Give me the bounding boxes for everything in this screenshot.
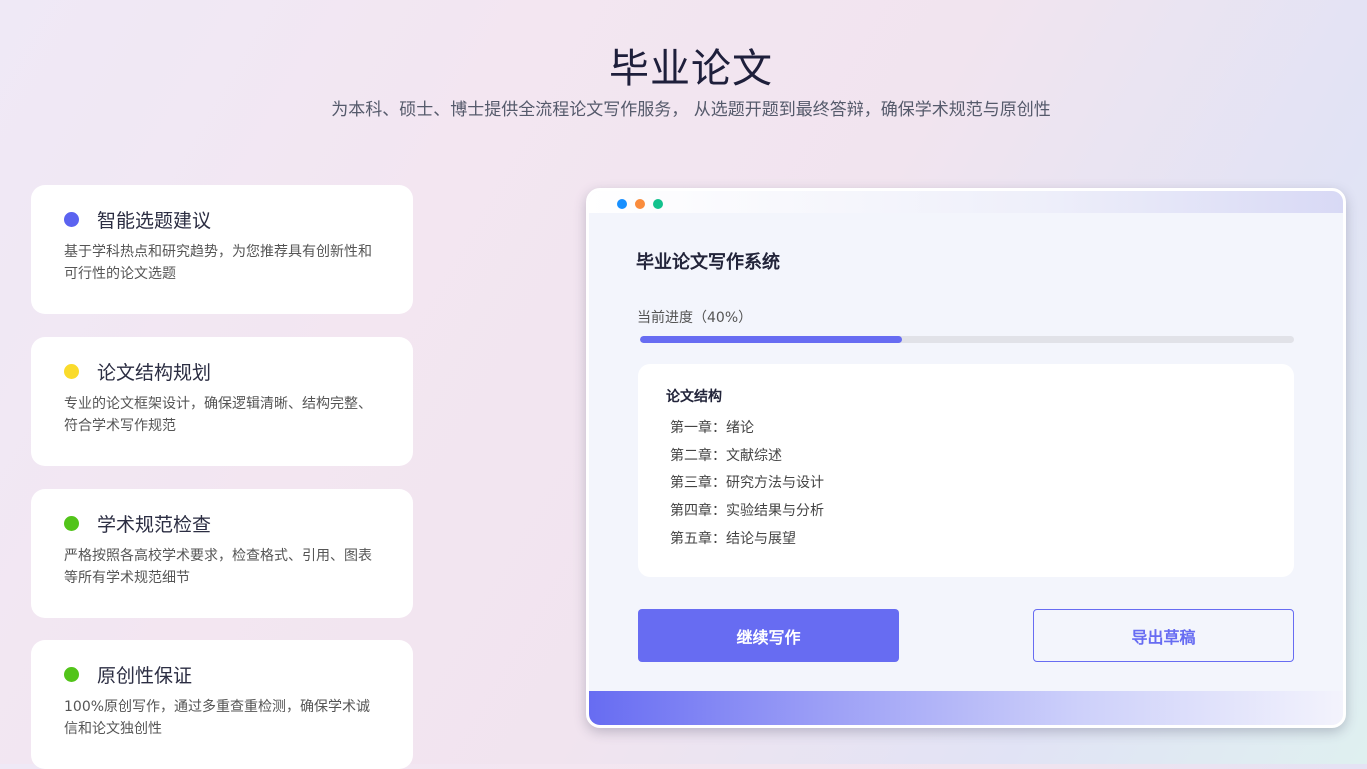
- feature-bullet-icon: [64, 666, 79, 682]
- progress-bar: [640, 336, 1294, 343]
- feature-desc: 100%原创写作，通过多重查重检测，确保学术诚信和论文独创性: [64, 699, 371, 737]
- feature-title: 原创性保证: [97, 664, 193, 687]
- chapter-item: 第二章：文献综述: [670, 447, 782, 464]
- feature-title: 学术规范检查: [97, 513, 212, 536]
- progress-label: 当前进度（40%）: [637, 310, 753, 326]
- window-dot-orange: [635, 199, 645, 209]
- page-subtitle: 为本科、硕士、博士提供全流程论文写作服务， 从选题开题到最终答辩，确保学术规范与…: [331, 100, 1051, 120]
- export-draft-button[interactable]: 导出草稿: [1033, 609, 1294, 662]
- feature-title: 论文结构规划: [97, 361, 212, 384]
- chapter-item: 第一章：绪论: [670, 420, 754, 436]
- progress-fill: [640, 336, 902, 343]
- writing-system-window: 毕业论文写作系统 当前进度（40%） 论文结构 第一章：绪论 第二章：文献综述 …: [586, 188, 1346, 728]
- feature-card-standards: 学术规范检查 严格按照各高校学术要求，检查格式、引用、图表等所有学术规范细节: [31, 489, 413, 618]
- chapter-list: 第一章：绪论 第二章：文献综述 第三章：研究方法与设计 第四章：实验结果与分析 …: [670, 417, 824, 555]
- feature-bullet-icon: [64, 515, 79, 531]
- window-footer-gradient: [589, 691, 1343, 725]
- outline-panel: 论文结构 第一章：绪论 第二章：文献综述 第三章：研究方法与设计 第四章：实验结…: [638, 364, 1294, 577]
- window-dot-blue: [617, 199, 627, 209]
- outline-title: 论文结构: [666, 389, 722, 405]
- feature-bullet-icon: [64, 211, 79, 227]
- page-title: 毕业论文: [609, 46, 773, 92]
- window-title-bar: [589, 191, 1343, 213]
- chapter-item: 第五章：结论与展望: [670, 530, 796, 547]
- system-title: 毕业论文写作系统: [636, 252, 780, 273]
- feature-desc: 专业的论文框架设计，确保逻辑清晰、结构完整、符合学术写作规范: [64, 396, 372, 434]
- window-dot-green: [653, 199, 663, 209]
- chapter-item: 第三章：研究方法与设计: [670, 475, 824, 492]
- continue-writing-button[interactable]: 继续写作: [638, 609, 899, 662]
- feature-card-topic: 智能选题建议 基于学科热点和研究趋势，为您推荐具有创新性和可行性的论文选题: [31, 185, 413, 314]
- feature-card-structure: 论文结构规划 专业的论文框架设计，确保逻辑清晰、结构完整、符合学术写作规范: [31, 337, 413, 466]
- feature-title: 智能选题建议: [97, 209, 212, 232]
- feature-card-originality: 原创性保证 100%原创写作，通过多重查重检测，确保学术诚信和论文独创性: [31, 640, 413, 769]
- feature-desc: 严格按照各高校学术要求，检查格式、引用、图表等所有学术规范细节: [64, 548, 372, 586]
- feature-desc: 基于学科热点和研究趋势，为您推荐具有创新性和可行性的论文选题: [64, 244, 372, 282]
- feature-bullet-icon: [64, 363, 79, 379]
- chapter-item: 第四章：实验结果与分析: [670, 503, 824, 520]
